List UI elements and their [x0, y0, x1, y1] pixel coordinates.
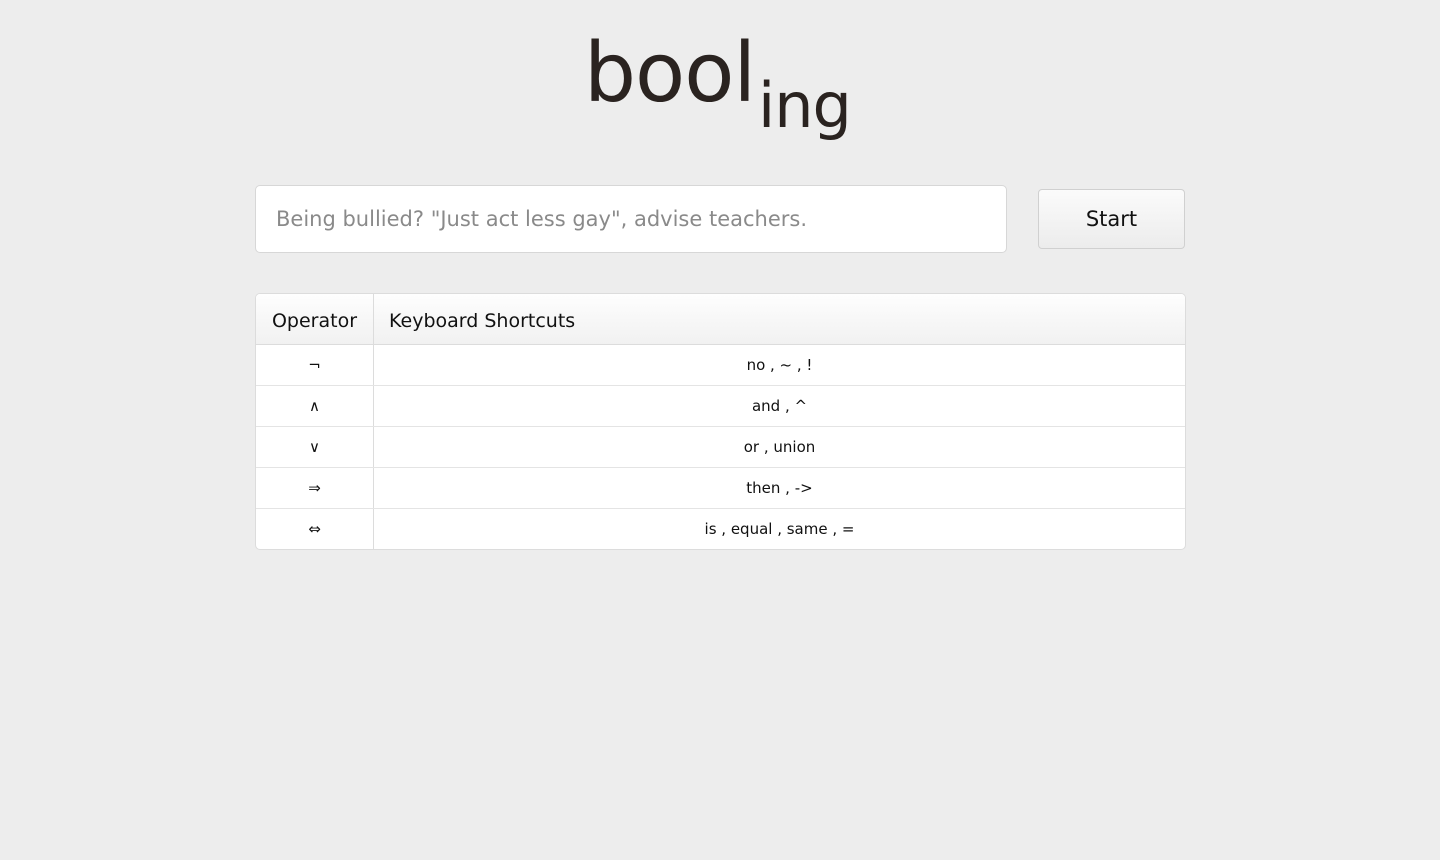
table-row: ¬ no , ~ , !: [256, 345, 1185, 386]
logo-sub-text: ing: [758, 69, 852, 142]
formula-input[interactable]: [255, 185, 1007, 253]
shortcut-cell: then , ->: [746, 479, 813, 497]
shortcut-cell: is , equal , same , =: [704, 520, 855, 538]
shortcuts-table: Operator Keyboard Shortcuts ¬ no , ~ , !…: [255, 293, 1186, 550]
operator-cell: ⇔: [256, 509, 374, 549]
operator-cell: ⇒: [256, 468, 374, 508]
shortcut-cell: or , union: [743, 438, 816, 456]
header-operator: Operator: [256, 294, 374, 344]
start-button[interactable]: Start: [1038, 189, 1185, 249]
header-keyboard-shortcuts: Keyboard Shortcuts: [389, 310, 576, 332]
table-row: ⇒ then , ->: [256, 468, 1185, 509]
table-header: Operator Keyboard Shortcuts: [256, 294, 1185, 345]
table-row: ∨ or , union: [256, 427, 1185, 468]
operator-cell: ∨: [256, 427, 374, 467]
table-row: ⇔ is , equal , same , =: [256, 509, 1185, 549]
app-logo: bool ing: [584, 26, 874, 156]
operator-cell: ¬: [256, 345, 374, 385]
shortcut-cell: and , ^: [751, 397, 808, 415]
operator-cell: ∧: [256, 386, 374, 426]
table-row: ∧ and , ^: [256, 386, 1185, 427]
logo-main-text: bool: [584, 26, 756, 121]
shortcut-cell: no , ~ , !: [746, 356, 813, 374]
